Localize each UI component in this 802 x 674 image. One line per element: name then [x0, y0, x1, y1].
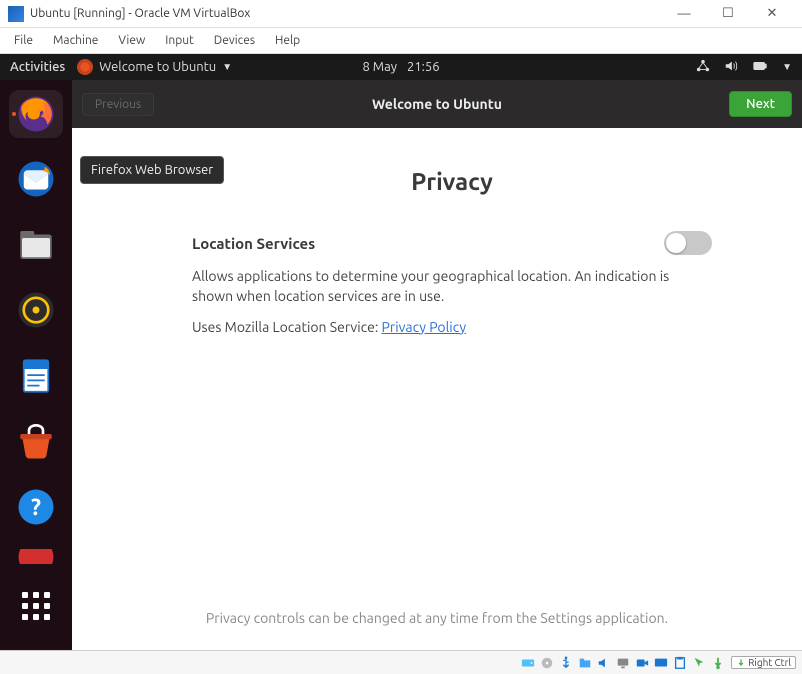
- dock-item-software[interactable]: [9, 418, 63, 466]
- menu-devices[interactable]: Devices: [204, 30, 265, 51]
- svg-text:?: ?: [31, 495, 41, 520]
- dialog-title: Welcome to Ubuntu: [372, 96, 502, 112]
- host-key-indicator[interactable]: Right Ctrl: [731, 656, 796, 669]
- shared-folder-icon[interactable]: [577, 655, 593, 671]
- dialog-header: Previous Welcome to Ubuntu Next: [72, 80, 802, 128]
- uses-text: Uses Mozilla Location Service:: [192, 319, 382, 335]
- maximize-button[interactable]: ☐: [706, 0, 750, 28]
- dialog-body: Privacy Location Services Allows applica…: [72, 128, 802, 596]
- host-titlebar: Ubuntu [Running] - Oracle VM VirtualBox …: [0, 0, 802, 28]
- guest-screen: Activities Welcome to Ubuntu ▼ 8 May 21:…: [0, 54, 802, 650]
- section-description: Allows applications to determine your ge…: [192, 266, 712, 307]
- app-menu[interactable]: Welcome to Ubuntu ▼: [77, 59, 232, 75]
- ubuntu-icon: [77, 59, 93, 75]
- menu-help[interactable]: Help: [265, 30, 310, 51]
- mouse-integration-icon[interactable]: [691, 655, 707, 671]
- dock-item-help[interactable]: ?: [9, 483, 63, 531]
- page-title: Privacy: [192, 168, 712, 195]
- privacy-policy-link[interactable]: Privacy Policy: [382, 319, 467, 335]
- dock-item-thunderbird[interactable]: [9, 156, 63, 204]
- dock-item-files[interactable]: [9, 221, 63, 269]
- date-label: 8 May: [362, 60, 397, 74]
- section-heading: Location Services: [192, 235, 712, 252]
- network-icon: [696, 59, 710, 76]
- dock: ?: [0, 80, 72, 650]
- menu-file[interactable]: File: [4, 30, 43, 51]
- usb-icon[interactable]: [558, 655, 574, 671]
- dock-item-libreoffice[interactable]: [9, 352, 63, 400]
- time-label: 21:56: [407, 60, 440, 74]
- chevron-down-icon: ▼: [782, 61, 792, 73]
- dock-item-firefox[interactable]: [9, 90, 63, 138]
- clock[interactable]: 8 May 21:56: [362, 60, 439, 74]
- dock-item-rhythmbox[interactable]: [9, 287, 63, 335]
- audio-icon[interactable]: [596, 655, 612, 671]
- previous-button[interactable]: Previous: [82, 93, 154, 116]
- menu-machine[interactable]: Machine: [43, 30, 108, 51]
- optical-icon[interactable]: [539, 655, 555, 671]
- hdd-icon[interactable]: [520, 655, 536, 671]
- close-button[interactable]: ✕: [750, 0, 794, 28]
- dialog-footer: Privacy controls can be changed at any t…: [72, 596, 802, 650]
- keyboard-capture-icon[interactable]: [710, 655, 726, 671]
- battery-icon: [752, 59, 768, 76]
- virtualbox-icon: [8, 6, 24, 22]
- dock-item-partial[interactable]: [9, 549, 63, 565]
- app-menu-label: Welcome to Ubuntu: [99, 60, 216, 74]
- window-title: Ubuntu [Running] - Oracle VM VirtualBox: [30, 7, 662, 20]
- gnome-top-panel: Activities Welcome to Ubuntu ▼ 8 May 21:…: [0, 54, 802, 80]
- chevron-down-icon: ▼: [222, 61, 232, 73]
- volume-icon: [724, 59, 738, 76]
- menu-input[interactable]: Input: [155, 30, 204, 51]
- location-services-toggle[interactable]: [664, 231, 712, 255]
- minimize-button[interactable]: —: [662, 0, 706, 28]
- show-applications-button[interactable]: [9, 582, 63, 630]
- dock-tooltip: Firefox Web Browser: [80, 156, 224, 184]
- menu-view[interactable]: View: [108, 30, 155, 51]
- system-menu[interactable]: ▼: [696, 59, 792, 76]
- display-icon[interactable]: [615, 655, 631, 671]
- vbox-status-bar: Right Ctrl: [0, 650, 802, 674]
- activities-button[interactable]: Activities: [10, 60, 65, 74]
- display2-icon[interactable]: [653, 655, 669, 671]
- next-button[interactable]: Next: [729, 91, 792, 117]
- host-menubar: File Machine View Input Devices Help: [0, 28, 802, 54]
- recording-icon[interactable]: [634, 655, 650, 671]
- clipboard-icon[interactable]: [672, 655, 688, 671]
- host-key-label: Right Ctrl: [748, 657, 791, 668]
